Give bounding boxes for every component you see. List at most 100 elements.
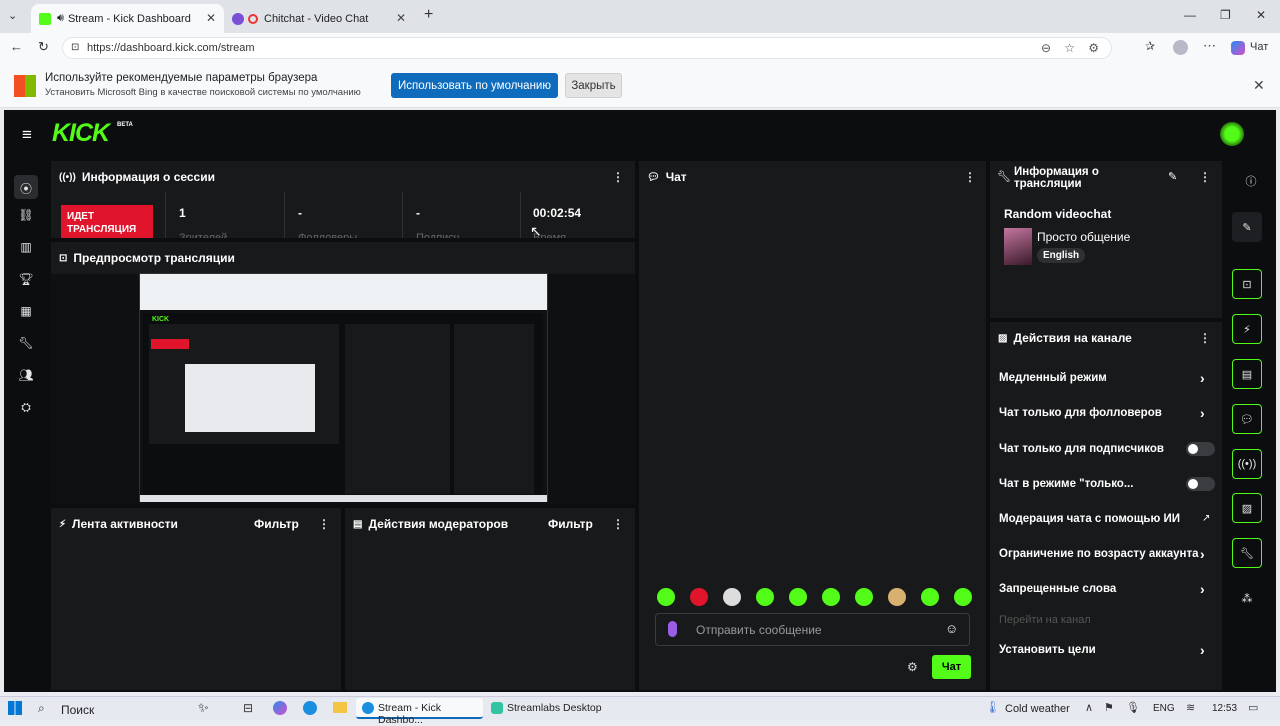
- close-tab-icon[interactable]: ✕: [206, 11, 216, 25]
- minimize-icon[interactable]: —: [1184, 8, 1196, 22]
- wifi-icon[interactable]: ≋: [1186, 701, 1195, 714]
- subscribers-only-toggle[interactable]: [1186, 442, 1215, 456]
- emote-icon[interactable]: [888, 588, 906, 606]
- moderation-nav-icon[interactable]: ⛭: [18, 400, 34, 416]
- user-avatar[interactable]: [1220, 122, 1244, 146]
- external-link-icon[interactable]: ↗: [1202, 513, 1210, 524]
- more-options-icon[interactable]: ⋮: [1199, 331, 1211, 345]
- emote-only-toggle[interactable]: [1186, 477, 1215, 491]
- task-view-icon[interactable]: ⊟: [243, 701, 253, 715]
- action-slow-mode[interactable]: Медленный режим: [999, 372, 1107, 384]
- close-window-icon[interactable]: ✕: [1256, 8, 1266, 22]
- trophy-nav-icon[interactable]: 🏆︎: [18, 272, 34, 288]
- emote-icon[interactable]: [690, 588, 708, 606]
- copilot-sparkle-icon[interactable]: ✨︎: [198, 700, 209, 716]
- more-options-icon[interactable]: ⋮: [318, 517, 330, 531]
- close-tab-icon[interactable]: ✕: [396, 11, 406, 25]
- action-set-goals[interactable]: Установить цели: [999, 644, 1096, 656]
- chevron-right-icon[interactable]: ›: [1200, 370, 1205, 386]
- chat-input[interactable]: Отправить сообщение ☺: [655, 613, 970, 646]
- site-info-icon[interactable]: ⊡: [71, 42, 79, 53]
- edge-app-icon[interactable]: [303, 701, 317, 715]
- search-icon[interactable]: ⌕: [38, 701, 45, 716]
- reader-icon[interactable]: ⊖: [1041, 41, 1051, 55]
- chevron-right-icon[interactable]: ›: [1200, 642, 1205, 658]
- tab-chitchat[interactable]: Chitchat - Video Chat ✕: [224, 4, 414, 33]
- microphone-tray-icon[interactable]: 🎙︎: [1126, 701, 1140, 714]
- copilot-app-icon[interactable]: [273, 701, 287, 715]
- copilot-icon[interactable]: [1231, 41, 1245, 55]
- action-ai-moderation[interactable]: Модерация чата с помощью ИИ: [999, 513, 1180, 525]
- emote-icon[interactable]: [789, 588, 807, 606]
- stream-nav-icon[interactable]: ⦿: [14, 175, 38, 199]
- channel-rail-icon[interactable]: ▨: [1232, 493, 1262, 523]
- analytics-nav-icon[interactable]: ▥: [18, 240, 34, 256]
- action-banned-words[interactable]: Запрещенные слова: [999, 583, 1116, 595]
- stream-preview-video[interactable]: KICK: [139, 273, 548, 502]
- action-followers-only[interactable]: Чат только для фолловеров: [999, 407, 1162, 419]
- profile-avatar[interactable]: [1173, 40, 1188, 55]
- emote-icon[interactable]: [855, 588, 873, 606]
- emote-icon[interactable]: [723, 588, 741, 606]
- url-field[interactable]: ⊡ https://dashboard.kick.com/stream ⊖ ☆ …: [62, 37, 1112, 59]
- start-icon[interactable]: [8, 701, 22, 715]
- taskbar-search[interactable]: Поиск: [61, 703, 94, 717]
- emote-icon[interactable]: [657, 588, 675, 606]
- more-options-icon[interactable]: ⋮: [612, 170, 624, 184]
- taskbar-app-streamlabs[interactable]: Streamlabs Desktop: [487, 698, 605, 719]
- bolt-rail-icon[interactable]: ⚡︎: [1232, 314, 1262, 344]
- community-rail-icon[interactable]: ⁂: [1232, 583, 1262, 613]
- tray-overflow-icon[interactable]: ∧: [1085, 701, 1093, 714]
- chat-send-button[interactable]: Чат: [932, 655, 971, 679]
- chevron-right-icon[interactable]: ›: [1200, 546, 1205, 562]
- chat-settings-icon[interactable]: ⚙: [907, 660, 918, 674]
- more-options-icon[interactable]: ⋮: [612, 517, 624, 531]
- taskbar-app-edge[interactable]: Stream - Kick Dashbo...: [356, 698, 483, 726]
- microphone-icon[interactable]: [668, 621, 677, 637]
- set-default-button[interactable]: Использовать по умолчанию: [391, 73, 558, 98]
- edit-rail-icon[interactable]: ✎: [1232, 212, 1262, 242]
- favorite-star-icon[interactable]: ☆: [1064, 41, 1075, 55]
- broadcast-rail-icon[interactable]: ((•)): [1232, 449, 1262, 479]
- extensions-icon[interactable]: ⚙: [1088, 41, 1099, 55]
- link-nav-icon[interactable]: ⛓: [18, 208, 34, 224]
- tab-kick-dashboard[interactable]: 🔊︎ Stream - Kick Dashboard ✕: [31, 4, 224, 33]
- emote-icon[interactable]: [954, 588, 972, 606]
- filter-button[interactable]: Фильтр: [254, 517, 299, 531]
- action-go-to-channel[interactable]: Перейти на канал: [999, 614, 1091, 626]
- favorites-icon[interactable]: ✰: [1145, 39, 1155, 53]
- emote-icon[interactable]: [921, 588, 939, 606]
- media-nav-icon[interactable]: ▦: [18, 304, 34, 320]
- filter-button[interactable]: Фильтр: [548, 517, 593, 531]
- tab-actions-icon[interactable]: ⌄: [8, 9, 17, 22]
- emote-icon[interactable]: [756, 588, 774, 606]
- refresh-icon[interactable]: ↻: [38, 39, 49, 55]
- preview-rail-icon[interactable]: ⊡: [1232, 269, 1262, 299]
- kick-logo[interactable]: KICK: [52, 119, 110, 148]
- new-tab-icon[interactable]: +: [424, 6, 433, 24]
- settings-nav-icon[interactable]: 🔧︎: [18, 336, 34, 352]
- more-options-icon[interactable]: ⋮: [1199, 170, 1211, 184]
- explorer-icon[interactable]: [333, 702, 347, 713]
- back-icon[interactable]: ←: [10, 39, 23, 54]
- chevron-right-icon[interactable]: ›: [1200, 581, 1205, 597]
- chat-rail-icon[interactable]: 💬︎: [1232, 404, 1262, 434]
- dismiss-button[interactable]: Закрыть: [565, 73, 622, 98]
- info-icon[interactable]: ⓘ: [1236, 166, 1266, 196]
- chevron-right-icon[interactable]: ›: [1200, 405, 1205, 421]
- emoji-icon[interactable]: ☺: [945, 621, 958, 636]
- bluetooth-tray-icon[interactable]: ⚑: [1104, 701, 1114, 714]
- action-age-restriction[interactable]: Ограничение по возрасту аккаунта: [999, 548, 1199, 560]
- wrench-rail-icon[interactable]: 🔧︎: [1232, 538, 1262, 568]
- edit-icon[interactable]: ✎: [1168, 170, 1177, 183]
- users-nav-icon[interactable]: 👥︎: [18, 368, 34, 384]
- language-indicator[interactable]: ENG: [1153, 703, 1175, 714]
- more-menu-icon[interactable]: ⋯: [1203, 38, 1216, 54]
- emote-icon[interactable]: [822, 588, 840, 606]
- hamburger-menu-icon[interactable]: ≡: [22, 125, 32, 145]
- weather-text[interactable]: Cold weather: [1005, 703, 1070, 715]
- notes-rail-icon[interactable]: ▤: [1232, 359, 1262, 389]
- maximize-icon[interactable]: ❐: [1220, 8, 1231, 22]
- more-options-icon[interactable]: ⋮: [964, 170, 976, 184]
- clock[interactable]: 12:53: [1212, 703, 1237, 714]
